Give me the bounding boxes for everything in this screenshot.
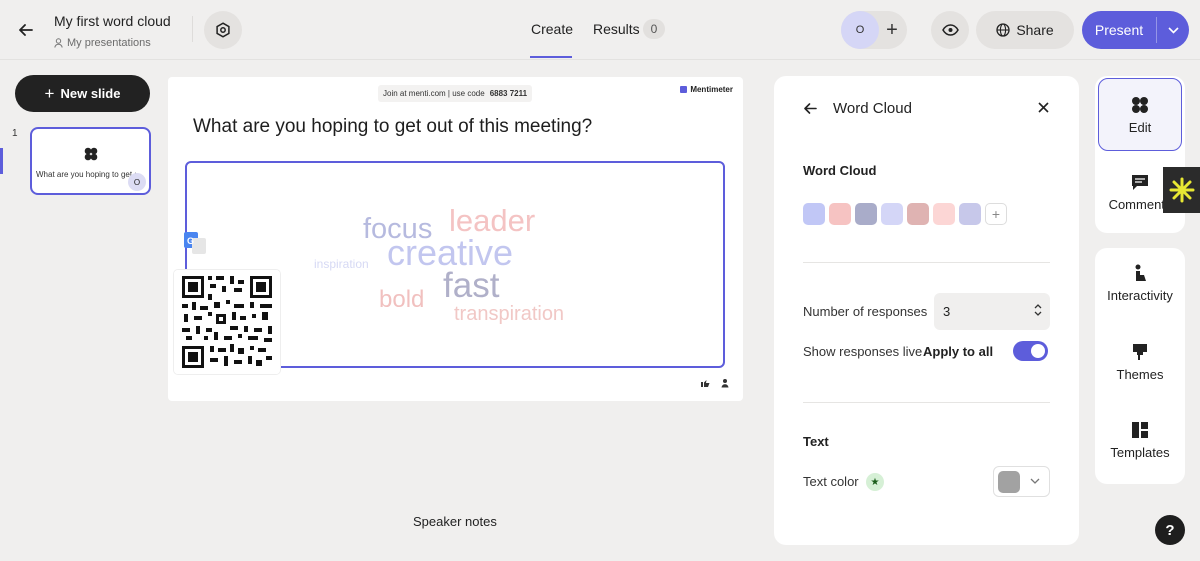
sidebar-item-label: Templates <box>1110 445 1170 460</box>
qr-code <box>174 270 280 374</box>
new-slide-button[interactable]: + New slide <box>15 75 150 112</box>
color-swatch[interactable] <box>829 203 851 225</box>
sidebar-item-label: Comments <box>1108 197 1172 212</box>
stepper-arrows-icon[interactable] <box>1034 303 1042 318</box>
panel-title: Word Cloud <box>833 100 912 117</box>
edit-icon <box>1132 97 1148 113</box>
add-color-icon[interactable]: + <box>985 203 1007 225</box>
sidebar-item-templates[interactable]: Templates <box>1095 421 1185 460</box>
header-divider <box>192 16 193 42</box>
slide-thumbnail-badge: O <box>128 173 146 191</box>
color-swatch[interactable] <box>959 203 981 225</box>
translate-icon[interactable]: G <box>184 232 206 254</box>
color-swatch[interactable] <box>803 203 825 225</box>
slide-canvas[interactable]: Join at menti.com | use code 6883 7211 M… <box>168 77 743 401</box>
color-swatch[interactable] <box>881 203 903 225</box>
user-icon <box>54 38 63 48</box>
live-responses-label: Show responses live <box>803 344 923 359</box>
share-button[interactable]: Share <box>976 11 1074 49</box>
sidebar-item-label: Themes <box>1116 367 1164 382</box>
share-label: Share <box>1016 22 1054 38</box>
cloud-word: fast <box>443 266 500 305</box>
globe-icon <box>996 23 1010 37</box>
results-count-badge: 0 <box>643 19 665 39</box>
text-color-picker[interactable] <box>993 466 1050 497</box>
cloud-word: inspiration <box>314 257 369 271</box>
mentimeter-logo: Mentimeter <box>680 85 733 94</box>
breadcrumb-label: My presentations <box>67 37 151 49</box>
sidebar-card-bottom: Interactivity Themes Templates <box>1095 248 1185 484</box>
color-swatch[interactable] <box>907 203 929 225</box>
slide-number: 1 <box>12 128 18 139</box>
reactions-icon[interactable] <box>700 378 712 390</box>
interactivity-icon <box>1135 264 1146 281</box>
active-slide-indicator <box>0 148 3 174</box>
live-responses-toggle[interactable] <box>1013 341 1048 361</box>
close-icon[interactable] <box>1038 100 1049 118</box>
sidebar-item-label: Edit <box>1128 120 1152 135</box>
cloud-word: transpiration <box>454 303 565 325</box>
toggle-knob <box>1031 344 1045 358</box>
responses-stepper[interactable]: 3 <box>934 293 1050 330</box>
selected-color-swatch <box>998 470 1020 493</box>
plus-icon: + <box>44 83 55 103</box>
join-instructions: Join at menti.com | use code 6883 7211 <box>378 85 533 102</box>
slide-thumbnail-title: What are you hoping to get out of this m… <box>36 170 136 179</box>
chevron-down-icon <box>1020 476 1049 487</box>
active-tab-indicator <box>530 56 572 58</box>
svg-text:G: G <box>187 236 194 246</box>
join-text: Join at menti.com | use code <box>383 89 485 98</box>
section-divider <box>803 262 1050 263</box>
color-palette: + <box>803 203 1007 225</box>
speaker-notes[interactable]: Speaker notes <box>413 514 497 529</box>
avatar[interactable]: O <box>841 11 879 49</box>
slide-question[interactable]: What are you hoping to get out of this m… <box>193 116 592 138</box>
color-swatch[interactable] <box>855 203 877 225</box>
color-swatch[interactable] <box>933 203 955 225</box>
edit-panel: Word Cloud Word Cloud + Number of respon… <box>774 76 1079 545</box>
templates-icon <box>1132 422 1148 438</box>
colors-section-title: Word Cloud <box>803 163 877 178</box>
back-arrow-icon[interactable] <box>14 19 38 41</box>
sidebar-item-label: Interactivity <box>1107 288 1173 303</box>
star-icon[interactable]: ★ <box>866 473 884 491</box>
text-section-title: Text <box>803 434 829 449</box>
responses-label: Number of responses <box>803 304 928 319</box>
eye-icon <box>941 24 959 36</box>
sidebar-item-edit-overlay[interactable]: Edit <box>1095 96 1185 135</box>
section-divider <box>803 402 1050 403</box>
mentimeter-logo-icon <box>680 86 688 93</box>
top-bar: My first word cloud My presentations Cre… <box>0 0 1200 60</box>
breadcrumb[interactable]: My presentations <box>54 37 151 49</box>
tab-create[interactable]: Create <box>531 21 573 37</box>
preview-button[interactable] <box>931 11 969 49</box>
word-cloud-icon <box>84 147 98 161</box>
themes-icon <box>1133 344 1147 360</box>
participants-icon[interactable] <box>720 378 732 390</box>
settings-button[interactable] <box>204 11 242 49</box>
cloud-word: bold <box>379 286 425 313</box>
comment-icon <box>1132 175 1148 190</box>
collaborators-group: O + <box>841 11 907 49</box>
join-code: 6883 7211 <box>489 89 528 98</box>
sidebar-item-themes[interactable]: Themes <box>1095 343 1185 382</box>
presentation-title[interactable]: My first word cloud <box>54 13 171 29</box>
apply-to-all-link[interactable]: Apply to all <box>923 344 993 359</box>
help-button[interactable]: ? <box>1155 515 1185 545</box>
chevron-down-icon[interactable] <box>1157 26 1189 34</box>
text-color-label: Text color <box>803 474 859 489</box>
tab-results[interactable]: Results <box>593 21 640 37</box>
responses-value: 3 <box>943 304 951 319</box>
present-button[interactable]: Present <box>1082 11 1189 49</box>
present-label: Present <box>1094 22 1144 38</box>
back-arrow-icon[interactable] <box>804 101 817 119</box>
slide-thumbnail[interactable]: What are you hoping to get out of this m… <box>30 127 151 195</box>
settings-icon <box>216 22 230 38</box>
new-slide-label: New slide <box>60 86 121 101</box>
extension-asterisk-icon[interactable] <box>1163 167 1200 213</box>
brand-name: Mentimeter <box>690 85 733 94</box>
sidebar-item-interactivity[interactable]: Interactivity <box>1095 264 1185 303</box>
add-collaborator-icon[interactable]: + <box>877 11 907 49</box>
